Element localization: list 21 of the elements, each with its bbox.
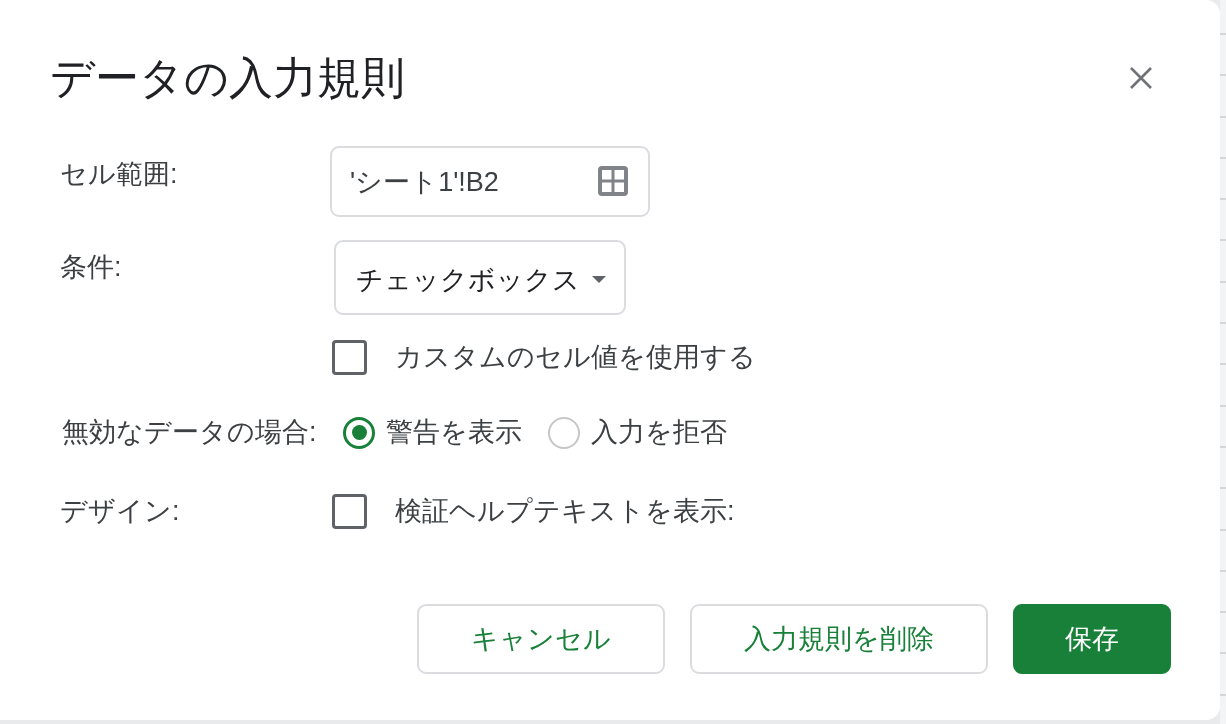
close-icon[interactable] — [1130, 66, 1152, 89]
checkbox-label: カスタムのセル値を使用する — [395, 341, 756, 374]
save-button[interactable]: 保存 — [1013, 604, 1171, 674]
dialog-title: データの入力規則 — [50, 52, 406, 104]
dialog-button[interactable]: 入力規則を削除 — [690, 604, 988, 674]
checkbox-label: 検証ヘルプテキストを表示: — [395, 495, 735, 528]
radio-button[interactable] — [548, 416, 580, 449]
field-label: デザイン: — [60, 495, 181, 528]
grid-icon[interactable] — [598, 166, 628, 196]
checkbox[interactable] — [332, 494, 367, 529]
checkbox[interactable] — [332, 340, 367, 375]
range-input-field[interactable]: 'シート1'!B2 — [330, 146, 650, 217]
radio-label: 警告を表示 — [386, 416, 522, 449]
caret-icon[interactable] — [592, 276, 606, 283]
field-label: 無効なデータの場合: — [61, 416, 318, 449]
criteria-dropdown[interactable]: チェックボックス — [334, 240, 626, 315]
field-label: セル範囲: — [60, 158, 179, 191]
dialog-button[interactable]: キャンセル — [417, 604, 665, 674]
radio-label: 入力を拒否 — [591, 416, 727, 449]
field-label: 条件: — [60, 251, 123, 284]
radio-button[interactable] — [343, 416, 375, 449]
